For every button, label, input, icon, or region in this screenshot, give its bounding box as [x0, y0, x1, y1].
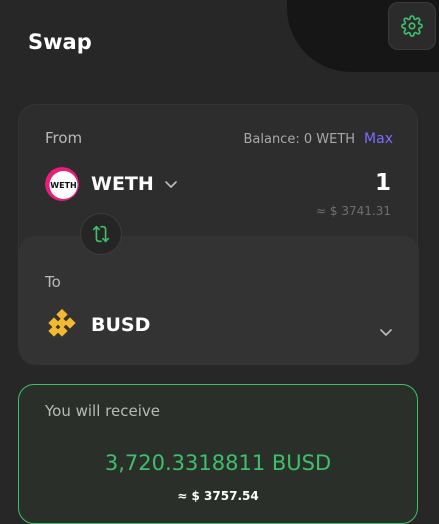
svg-text:WETH: WETH — [50, 181, 76, 190]
busd-token-icon — [45, 308, 79, 342]
to-token-chevron-down-icon[interactable] — [379, 322, 393, 341]
weth-token-icon: WETH — [45, 167, 79, 201]
to-token-symbol: BUSD — [91, 314, 151, 336]
receive-amount: 3,720.3318811 BUSD — [104, 451, 332, 475]
settings-button[interactable] — [388, 2, 436, 50]
from-token-selector[interactable]: WETH WETH — [45, 167, 178, 201]
balance-info: Balance: 0 WETH Max — [243, 131, 393, 147]
from-amount-input[interactable]: 1 — [375, 170, 391, 196]
max-button[interactable]: Max — [364, 131, 393, 147]
swap-card: From Balance: 0 WETH Max WETH WETH 1 ≈ $… — [18, 104, 419, 365]
to-panel: To BUSD — [19, 236, 419, 365]
swap-direction-button[interactable] — [80, 213, 122, 255]
receive-usd-value: ≈ $ 3757.54 — [177, 489, 259, 503]
chevron-down-icon — [164, 179, 178, 189]
page-title: Swap — [28, 30, 92, 54]
from-token-symbol: WETH — [91, 173, 154, 195]
receive-card: You will receive 3,720.3318811 BUSD ≈ $ … — [18, 384, 418, 524]
to-label: To — [45, 273, 61, 291]
to-token-selector[interactable]: BUSD — [45, 308, 150, 342]
gear-icon — [401, 15, 423, 37]
from-label: From — [45, 129, 83, 147]
balance-text: Balance: 0 WETH — [243, 131, 356, 147]
from-usd-value: ≈ $ 3741.31 — [316, 204, 391, 218]
receive-label: You will receive — [45, 402, 160, 420]
swap-arrows-icon — [92, 225, 110, 243]
